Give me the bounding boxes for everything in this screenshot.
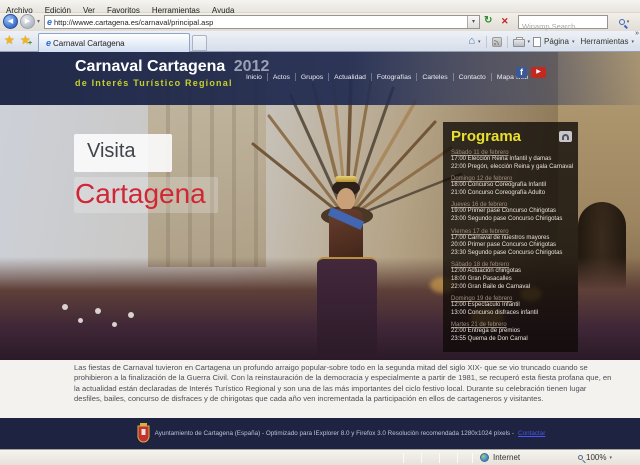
programa-event: 12:00 Espectáculo Infantil [451, 302, 575, 310]
security-zone: Internet [480, 453, 520, 462]
social-links: f ▶ [516, 67, 546, 78]
add-favorite-plus-icon: + [28, 40, 32, 47]
page-menu[interactable]: Página [544, 37, 569, 46]
tab-carnaval-cartagena[interactable]: e Carnaval Cartagena [38, 33, 190, 52]
programa-event: 19:00 Primer pase Concurso Chirigotas [451, 208, 575, 216]
programa-event: 17:00 Carnaval de nuestros mayores [451, 235, 575, 243]
menu-bar: ArchivoEdiciónVerFavoritosHerramientasAy… [0, 0, 640, 13]
command-bar: ⌂ ▾ ▾ Página ▾ Herramientas ▾ [468, 33, 634, 50]
cartagena-label: Cartagena [75, 178, 206, 209]
new-tab-button[interactable] [192, 35, 207, 51]
navigation-bar: ◀ ▶ ▾ e ▾ ↻ ✕ ▾ [0, 13, 640, 31]
nav-item-grupos[interactable]: Grupos [296, 74, 328, 81]
cartagena-banner: Cartagena [74, 177, 218, 213]
rss-feed-icon[interactable] [492, 37, 502, 47]
programa-event: 22:00 Entrega de premios [451, 328, 575, 336]
tab-bar: ★ ★ + e Carnaval Cartagena ⌂ ▾ ▾ Página … [0, 31, 640, 52]
page-content: Carnaval Cartagena 2012 de Interés Turís… [0, 52, 640, 449]
ie-page-icon: e [45, 17, 54, 27]
search-icon [619, 19, 625, 25]
address-dropdown[interactable]: ▾ [467, 16, 479, 28]
site-header: Carnaval Cartagena 2012 de Interés Turís… [0, 52, 640, 105]
print-icon[interactable] [513, 39, 525, 47]
status-pane-divider [472, 453, 473, 463]
intro-paragraph: Las fiestas de Carnaval tuvieron en Cart… [74, 363, 612, 404]
nav-item-carteles[interactable]: Carteles [417, 74, 452, 81]
page-dropdown-icon[interactable]: ▾ [572, 39, 575, 45]
programa-event: 18:00 Concurso Coreografía Infantil [451, 182, 575, 190]
stop-button[interactable]: ✕ [501, 16, 509, 27]
zoom-icon [578, 455, 583, 460]
programa-list: Sábado 11 de febrero17:00 Elección Reina… [451, 150, 575, 344]
back-icon: ◀ [8, 18, 13, 25]
footer-link[interactable]: Contactar [518, 430, 545, 437]
address-bar: e ▾ [44, 15, 480, 29]
programa-title: Programa [451, 128, 521, 145]
page-icon [533, 37, 541, 47]
nav-item-actualidad[interactable]: Actualidad [329, 74, 371, 81]
visita-label: Visita [74, 134, 172, 163]
status-pane-divider [457, 453, 458, 463]
programa-event: 17:00 Elección Reina Infantil y damas [451, 156, 575, 164]
programa-event: 22:00 Gran Baile de Carnaval [451, 284, 575, 292]
youtube-icon[interactable]: ▶ [531, 67, 546, 78]
home-dropdown-icon[interactable]: ▾ [478, 39, 481, 45]
zone-label: Internet [493, 453, 520, 462]
nav-item-fotografias[interactable]: Fotografías [372, 74, 416, 81]
zoom-dropdown-icon: ▾ [609, 455, 612, 461]
programa-event: 18:00 Gran Pasacalles [451, 276, 575, 284]
programa-event: 23:30 Segundo pase Concurso Chirigotas [451, 250, 575, 258]
site-nav: InicioActosGruposActualidadFotografíasCa… [241, 71, 533, 83]
search-box [518, 15, 608, 29]
zoom-level: 100% [586, 453, 606, 462]
site-title: Carnaval Cartagena [75, 58, 225, 75]
nav-item-inicio[interactable]: Inicio [241, 74, 267, 81]
tools-menu[interactable]: Herramientas [580, 37, 628, 46]
status-pane-divider [403, 453, 404, 463]
url-input[interactable] [54, 17, 467, 28]
divider [507, 36, 508, 48]
tab-title: Carnaval Cartagena [53, 39, 125, 48]
programa-panel: Programa Sábado 11 de febrero17:00 Elecc… [443, 122, 578, 352]
site-footer: Ayuntamiento de Cartagena (España) - Opt… [0, 418, 640, 449]
divider [486, 36, 487, 48]
footer-text: Ayuntamiento de Cartagena (España) - Opt… [155, 430, 514, 437]
facebook-icon[interactable]: f [516, 67, 527, 78]
home-icon[interactable]: ⌂ [468, 36, 475, 47]
browser-window: ArchivoEdiciónVerFavoritosHerramientasAy… [0, 0, 640, 465]
programa-event: 23:55 Quema de Don Carnal [451, 336, 575, 344]
tools-dropdown-icon[interactable]: ▾ [631, 39, 634, 45]
favorites-button[interactable]: ★ [4, 34, 15, 46]
programa-event: 20:00 Primer pase Concurso Chirigotas [451, 242, 575, 250]
nav-item-contacto[interactable]: Contacto [454, 74, 491, 81]
search-go-button[interactable]: ▾ [611, 15, 637, 29]
back-button[interactable]: ◀ [3, 14, 18, 29]
nav-item-actos[interactable]: Actos [268, 74, 295, 81]
toolbar-overflow-chevron[interactable]: » [635, 30, 639, 37]
forward-icon: ▶ [25, 18, 30, 25]
programa-event: 21:00 Concurso Coreografía Adulto [451, 190, 575, 198]
status-pane-divider [421, 453, 422, 463]
search-dropdown-icon: ▾ [627, 19, 630, 25]
status-pane-divider [439, 453, 440, 463]
status-bar: Internet 100% ▾ [0, 449, 640, 465]
tab-favicon: e [44, 38, 53, 48]
visita-banner: Visita [74, 134, 172, 172]
programa-event: 12:00 Actuación chirigotas [451, 268, 575, 276]
programa-event: 23:00 Segundo pase Concurso Chirigotas [451, 216, 575, 224]
programa-icon[interactable] [559, 131, 572, 142]
forward-button[interactable]: ▶ [20, 14, 35, 29]
history-dropdown[interactable]: ▾ [37, 18, 40, 25]
programa-event: 13:00 Concurso disfraces infantil [451, 310, 575, 318]
refresh-button[interactable]: ↻ [484, 15, 492, 26]
internet-zone-icon [480, 453, 489, 462]
programa-event: 22:00 Pregón, elección Reina y gala Carn… [451, 164, 575, 172]
zoom-control[interactable]: 100% ▾ [578, 453, 612, 462]
print-dropdown-icon[interactable]: ▾ [528, 39, 531, 45]
